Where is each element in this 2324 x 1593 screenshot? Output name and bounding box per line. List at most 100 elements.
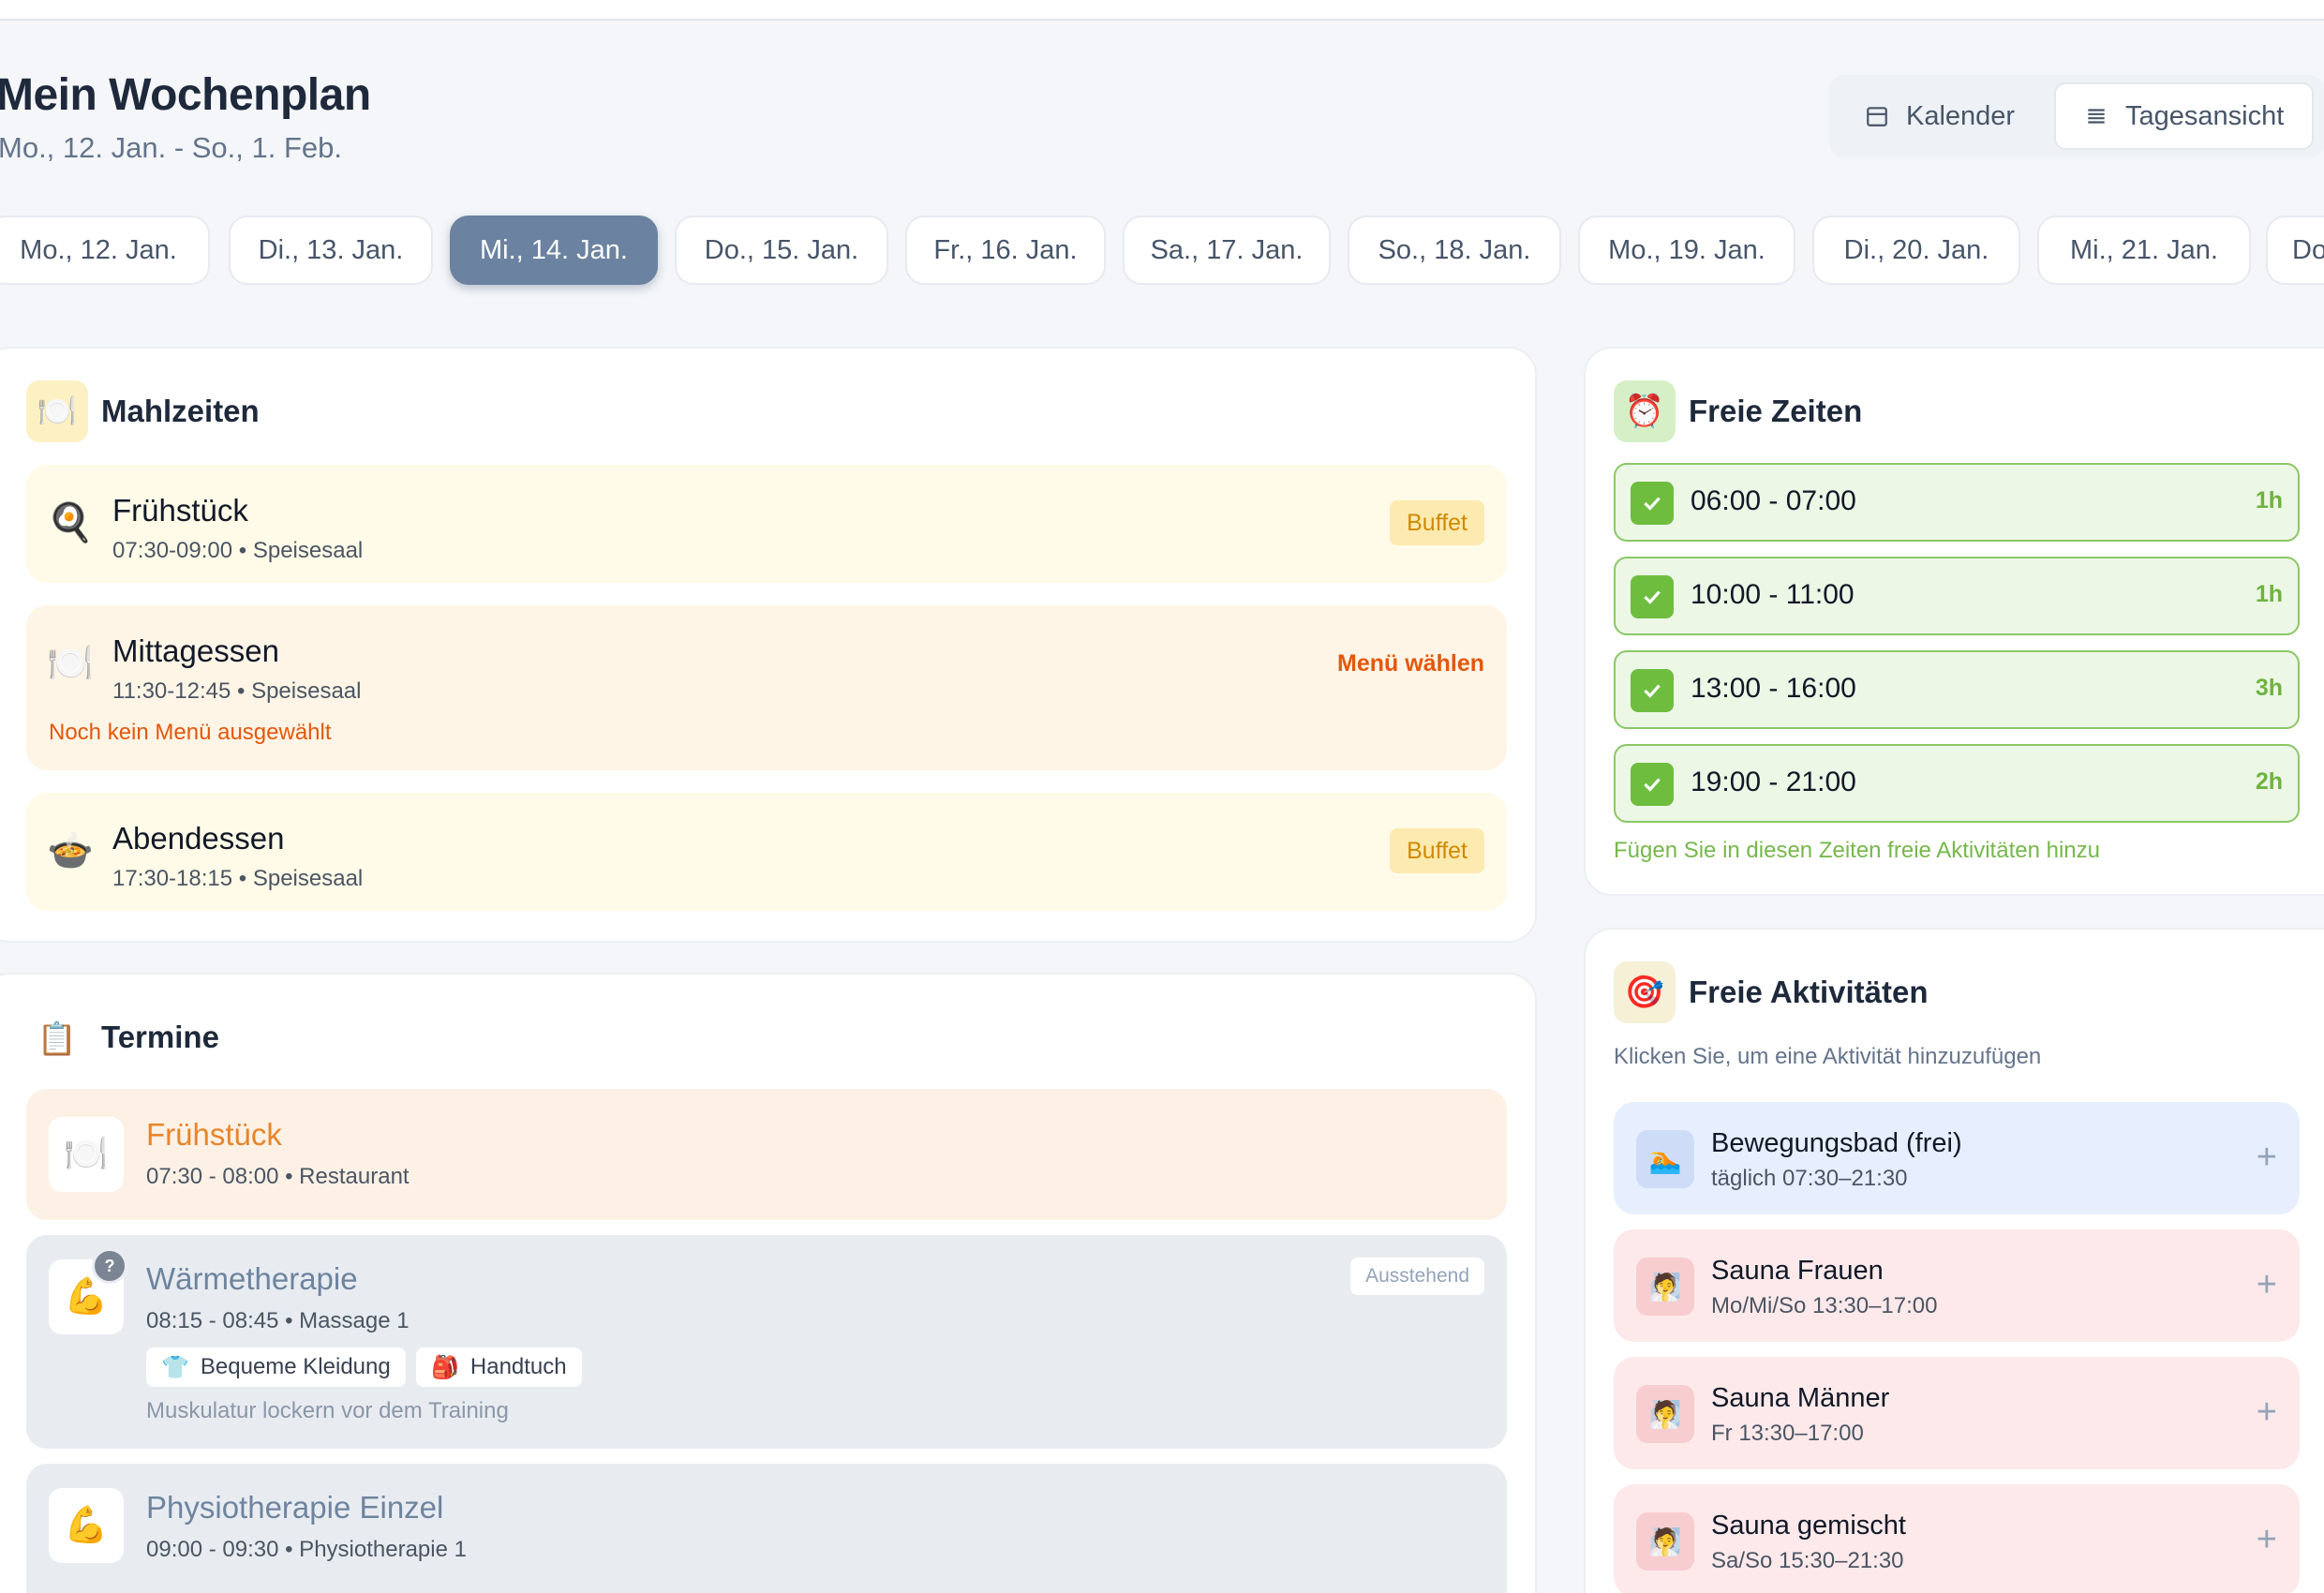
activity-time: Sa/So 15:30–21:30 <box>1711 1548 1904 1573</box>
calendar-view-label: Kalender <box>1906 100 2016 131</box>
date-tab-active[interactable]: Mi., 14. Jan. <box>450 216 658 285</box>
activity-item[interactable]: 🧖 Sauna Männer Fr 13:30–17:00 + <box>1614 1357 2300 1469</box>
date-tab-label: So., 18. Jan. <box>1378 234 1531 265</box>
date-tab[interactable]: Do <box>2266 216 2324 285</box>
buffet-badge: Buffet <box>1390 828 1484 873</box>
activity-name: Sauna gemischt <box>1711 1511 1906 1541</box>
appointment-meta: 08:15 - 08:45 • Massage 1 <box>146 1308 410 1333</box>
date-tab-label: Di., 20. Jan. <box>1843 234 1989 265</box>
meals-title: Mahlzeiten <box>101 394 260 428</box>
activity-time: Fr 13:30–17:00 <box>1711 1421 1864 1446</box>
activity-item[interactable]: 🧖 Sauna gemischt Sa/So 15:30–21:30 + <box>1614 1484 2300 1593</box>
shirt-icon: 👕 <box>161 1354 189 1380</box>
buffet-badge: Buffet <box>1390 500 1484 545</box>
free-times-hint: Fügen Sie in diesen Zeiten freie Aktivit… <box>1614 838 2100 863</box>
list-icon <box>2088 109 2105 124</box>
date-tab-label: Do., 15. Jan. <box>704 234 859 265</box>
alarm-clock-icon: ⏰ <box>1614 380 1676 442</box>
activity-name: Sauna Männer <box>1711 1383 1890 1413</box>
status-badge: Ausstehend <box>1350 1258 1484 1295</box>
appointments-card: 📋 Termine 🍽️ Frühstück 07:30 - 08:00 • R… <box>0 973 1537 1593</box>
top-bar <box>0 0 2324 21</box>
swimmer-icon: 🏊 <box>1636 1130 1694 1188</box>
target-icon: 🎯 <box>1614 961 1676 1023</box>
item-chip: 🎒 Handtuch <box>416 1347 582 1387</box>
appointment-title: Wärmetherapie <box>146 1261 358 1296</box>
meal-meta: 17:30-18:15 • Speisesaal <box>112 866 364 891</box>
activity-name: Sauna Frauen <box>1711 1256 1884 1286</box>
date-tab-label: Mo., 19. Jan. <box>1608 234 1765 265</box>
bowl-icon: 🍲 <box>47 830 94 871</box>
free-slot[interactable]: 13:00 - 16:00 3h <box>1614 650 2300 729</box>
appointment-card[interactable]: 🍽️ Frühstück 07:30 - 08:00 • Restaurant <box>26 1089 1507 1220</box>
sauna-icon: 🧖 <box>1636 1512 1694 1571</box>
date-tab[interactable]: Sa., 17. Jan. <box>1123 216 1331 285</box>
check-icon <box>1631 482 1674 525</box>
check-icon <box>1631 763 1674 806</box>
slot-time: 10:00 - 11:00 <box>1691 579 1855 610</box>
appointment-title: Physiotherapie Einzel <box>146 1490 444 1525</box>
free-activities-hint: Klicken Sie, um eine Aktivität hinzuzufü… <box>1614 1044 2042 1069</box>
free-times-title: Freie Zeiten <box>1689 394 1863 428</box>
free-slot[interactable]: 10:00 - 11:00 1h <box>1614 557 2300 635</box>
check-icon <box>1631 669 1674 712</box>
date-tab[interactable]: Di., 13. Jan. <box>229 216 433 285</box>
date-tab[interactable]: Fr., 16. Jan. <box>905 216 1106 285</box>
day-view-button[interactable]: Tagesansicht <box>2054 82 2315 150</box>
slot-duration: 1h <box>2255 487 2283 514</box>
choose-menu-link[interactable]: Menü wählen <box>1337 650 1484 677</box>
slot-duration: 2h <box>2255 768 2283 795</box>
view-toggle: Kalender Tagesansicht <box>1829 75 2324 157</box>
appointment-note: Muskulatur lockern vor dem Training <box>146 1398 509 1423</box>
slot-time: 19:00 - 21:00 <box>1691 767 1856 797</box>
meal-name: Abendessen <box>112 821 285 856</box>
slot-duration: 1h <box>2255 581 2283 607</box>
date-tab-label: Di., 13. Jan. <box>258 234 404 265</box>
date-tab[interactable]: So., 18. Jan. <box>1348 216 1561 285</box>
activity-item[interactable]: 🧖 Sauna Frauen Mo/Mi/So 13:30–17:00 + <box>1614 1229 2300 1342</box>
activity-name: Bewegungsbad (frei) <box>1711 1128 1962 1158</box>
date-tab-label: Do <box>2292 234 2324 265</box>
appointment-card[interactable]: 💪 ? Wärmetherapie 08:15 - 08:45 • Massag… <box>26 1235 1507 1449</box>
no-menu-note: Noch kein Menü ausgewählt <box>49 720 332 745</box>
item-chip-label: Bequeme Kleidung <box>200 1354 391 1379</box>
date-tab[interactable]: Di., 20. Jan. <box>1812 216 2020 285</box>
flexed-bicep-icon: 💪 <box>49 1488 124 1563</box>
activity-time: täglich 07:30–21:30 <box>1711 1166 1908 1191</box>
appointment-card[interactable]: 💪 Physiotherapie Einzel 09:00 - 09:30 • … <box>26 1464 1507 1593</box>
free-slot[interactable]: 19:00 - 21:00 2h <box>1614 744 2300 823</box>
date-tab-label: Sa., 17. Jan. <box>1150 234 1304 265</box>
question-badge: ? <box>92 1248 127 1284</box>
date-tab-label: Mi., 21. Jan. <box>2070 234 2218 265</box>
add-activity-icon[interactable]: + <box>2257 1265 2277 1305</box>
free-activities-title: Freie Aktivitäten <box>1689 975 1929 1009</box>
meal-meta: 07:30-09:00 • Speisesaal <box>112 538 364 563</box>
item-chip: 👕 Bequeme Kleidung <box>146 1347 406 1387</box>
appointment-title: Frühstück <box>146 1117 282 1152</box>
date-tab[interactable]: Mo., 12. Jan. <box>0 216 210 285</box>
date-tab[interactable]: Do., 15. Jan. <box>675 216 888 285</box>
add-activity-icon[interactable]: + <box>2257 1392 2277 1433</box>
activity-item[interactable]: 🏊 Bewegungsbad (frei) täglich 07:30–21:3… <box>1614 1102 2300 1214</box>
meal-row-lunch[interactable]: 🍽️ Mittagessen 11:30-12:45 • Speisesaal … <box>26 605 1507 770</box>
meals-card: 🍽️ Mahlzeiten 🍳 Frühstück 07:30-09:00 • … <box>0 347 1537 943</box>
add-activity-icon[interactable]: + <box>2257 1520 2277 1560</box>
meal-row-dinner[interactable]: 🍲 Abendessen 17:30-18:15 • Speisesaal Bu… <box>26 793 1507 911</box>
date-tab-label: Mo., 12. Jan. <box>20 234 177 265</box>
date-tab[interactable]: Mi., 21. Jan. <box>2037 216 2251 285</box>
date-tab[interactable]: Mo., 19. Jan. <box>1578 216 1795 285</box>
meal-row-breakfast[interactable]: 🍳 Frühstück 07:30-09:00 • Speisesaal Buf… <box>26 465 1507 583</box>
slot-time: 13:00 - 16:00 <box>1691 673 1856 704</box>
plate-icon: 🍽️ <box>26 380 88 442</box>
meal-meta: 11:30-12:45 • Speisesaal <box>112 678 362 704</box>
appointments-title: Termine <box>101 1020 219 1054</box>
free-times-card: ⏰ Freie Zeiten 06:00 - 07:00 1h 10:00 - … <box>1584 347 2324 896</box>
add-activity-icon[interactable]: + <box>2257 1138 2277 1178</box>
calendar-view-button[interactable]: Kalender <box>1837 82 2043 150</box>
meal-name: Mittagessen <box>112 633 279 668</box>
plate-cutlery-icon: 🍽️ <box>47 643 94 684</box>
date-tab-label: Mi., 14. Jan. <box>480 234 628 265</box>
page-title: Mein Wochenplan <box>0 70 371 120</box>
free-slot[interactable]: 06:00 - 07:00 1h <box>1614 463 2300 542</box>
check-icon <box>1631 575 1674 618</box>
